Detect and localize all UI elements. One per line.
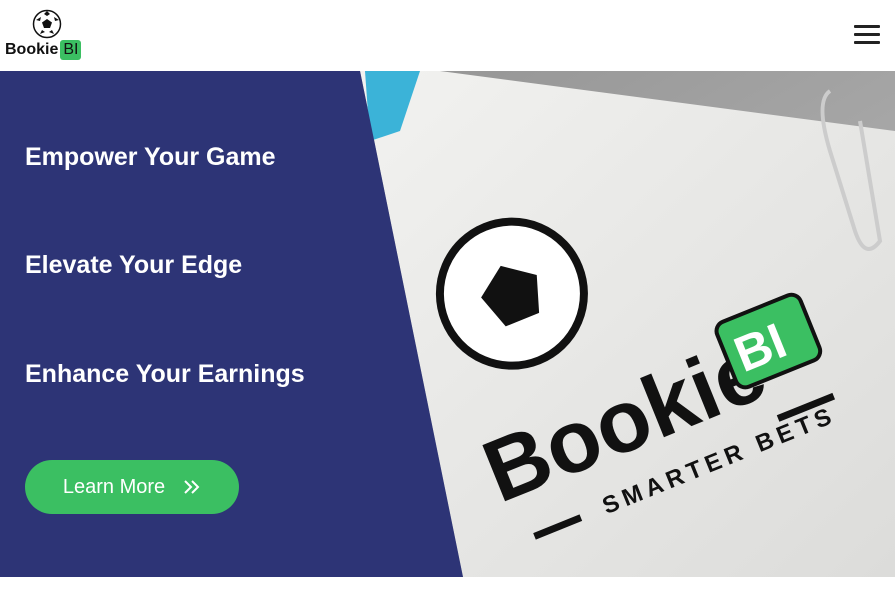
- learn-more-label: Learn More: [62, 475, 166, 498]
- tagline-1: Empower Your Game: [25, 143, 276, 171]
- tagline-3: Enhance Your Earnings: [25, 360, 305, 388]
- logo-badge: BI: [60, 40, 82, 60]
- learn-more-button[interactable]: Learn More: [25, 460, 239, 514]
- tagline-2: Elevate Your Edge: [25, 251, 243, 279]
- soccer-ball-icon: [32, 9, 62, 39]
- double-chevron-right-icon: [184, 480, 200, 494]
- logo[interactable]: Bookie BI: [5, 9, 87, 63]
- header: Bookie BI: [0, 0, 895, 71]
- hamburger-menu-icon[interactable]: [854, 25, 880, 45]
- hero-section: Bookie BI SMARTER BETS Empower Your Game…: [0, 71, 895, 577]
- logo-text: Bookie: [5, 41, 59, 58]
